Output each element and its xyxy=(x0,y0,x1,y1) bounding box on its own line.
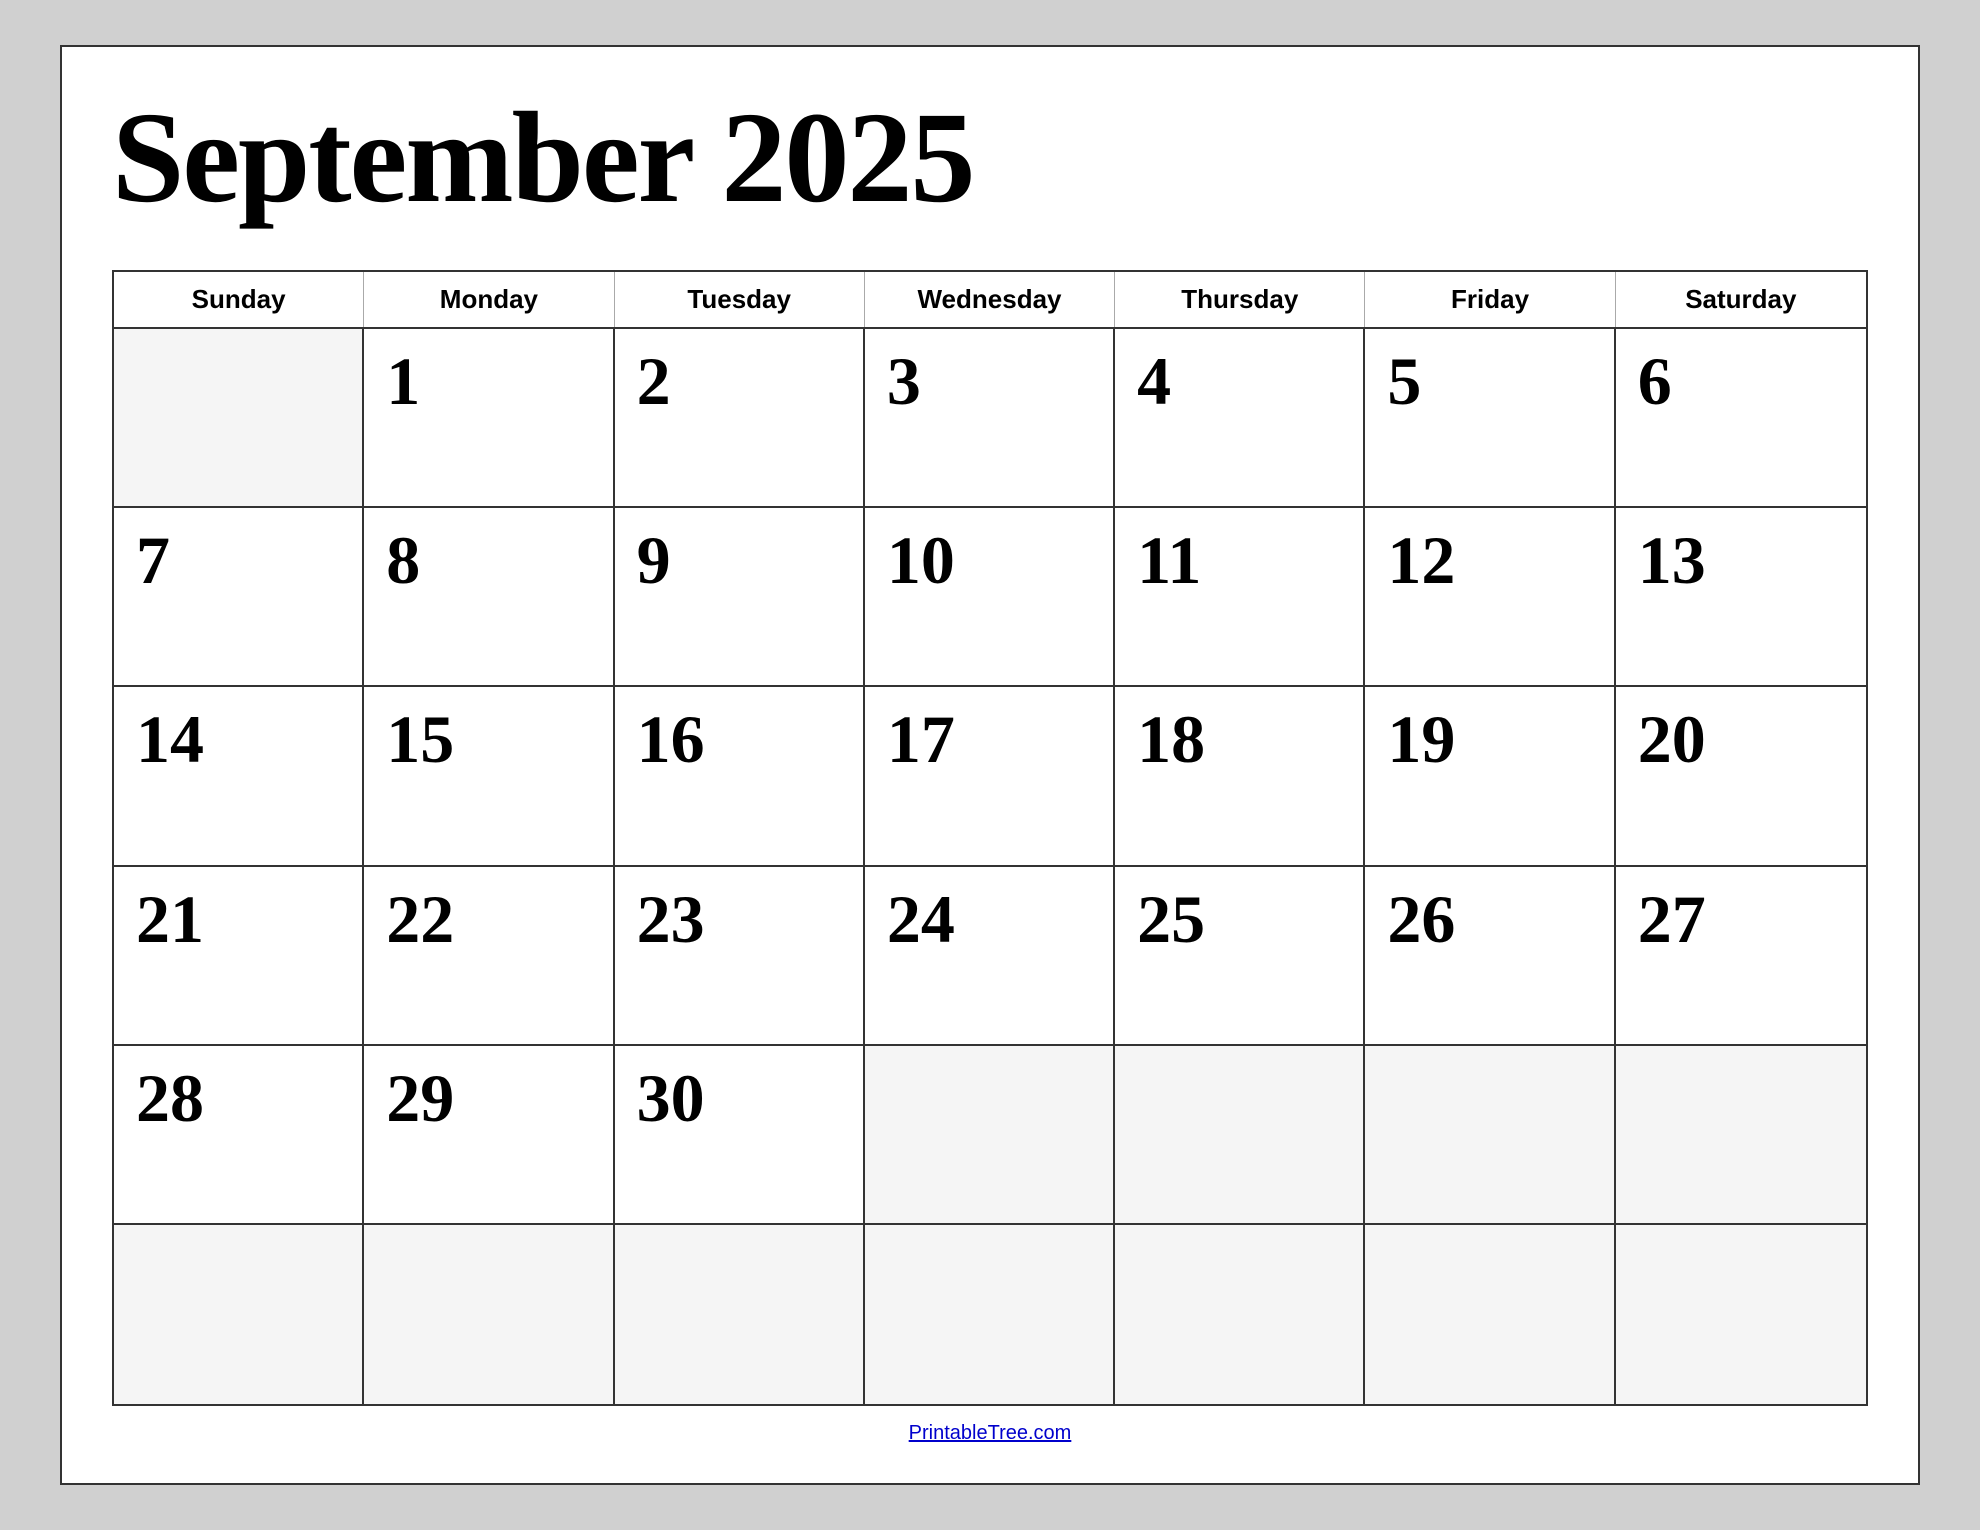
day-number: 6 xyxy=(1638,347,1672,415)
day-number: 30 xyxy=(637,1064,705,1132)
day-number: 24 xyxy=(887,885,955,953)
day-cell: 2 xyxy=(615,329,865,506)
day-cell xyxy=(364,1225,614,1404)
week-row xyxy=(114,1225,1866,1404)
day-number: 25 xyxy=(1137,885,1205,953)
day-number: 4 xyxy=(1137,347,1171,415)
day-number: 14 xyxy=(136,705,204,773)
day-number: 7 xyxy=(136,526,170,594)
day-cell xyxy=(865,1046,1115,1223)
day-cell xyxy=(615,1225,865,1404)
day-number: 1 xyxy=(386,347,420,415)
day-cell: 20 xyxy=(1616,687,1866,864)
day-number: 17 xyxy=(887,705,955,773)
day-cell: 23 xyxy=(615,867,865,1044)
day-cell: 24 xyxy=(865,867,1115,1044)
day-number: 8 xyxy=(386,526,420,594)
day-headers-row: SundayMondayTuesdayWednesdayThursdayFrid… xyxy=(114,272,1866,329)
day-cell: 17 xyxy=(865,687,1115,864)
day-cell: 27 xyxy=(1616,867,1866,1044)
day-cell: 3 xyxy=(865,329,1115,506)
day-cell: 28 xyxy=(114,1046,364,1223)
week-row: 28 29 30 xyxy=(114,1046,1866,1225)
footer-link[interactable]: PrintableTree.com xyxy=(909,1422,1072,1444)
day-cell: 14 xyxy=(114,687,364,864)
day-cell: 21 xyxy=(114,867,364,1044)
day-cell: 12 xyxy=(1365,508,1615,685)
day-header: Sunday xyxy=(114,272,364,327)
day-cell: 9 xyxy=(615,508,865,685)
day-cell xyxy=(1365,1225,1615,1404)
day-cell: 8 xyxy=(364,508,614,685)
day-cell: 19 xyxy=(1365,687,1615,864)
day-header: Tuesday xyxy=(615,272,865,327)
day-cell xyxy=(1616,1225,1866,1404)
day-number: 3 xyxy=(887,347,921,415)
day-cell: 30 xyxy=(615,1046,865,1223)
day-header: Friday xyxy=(1365,272,1615,327)
day-number: 21 xyxy=(136,885,204,953)
week-row: 21 22 23 24 25 26 27 xyxy=(114,867,1866,1046)
week-row: 7 8 9 10 11 12 13 xyxy=(114,508,1866,687)
day-number: 13 xyxy=(1638,526,1706,594)
calendar-page: September 2025 SundayMondayTuesdayWednes… xyxy=(60,45,1920,1485)
day-cell: 26 xyxy=(1365,867,1615,1044)
day-cell: 10 xyxy=(865,508,1115,685)
day-cell: 5 xyxy=(1365,329,1615,506)
day-cell xyxy=(1115,1225,1365,1404)
day-number: 9 xyxy=(637,526,671,594)
day-number: 19 xyxy=(1387,705,1455,773)
day-header: Thursday xyxy=(1115,272,1365,327)
day-cell: 18 xyxy=(1115,687,1365,864)
day-cell xyxy=(865,1225,1115,1404)
day-cell xyxy=(1115,1046,1365,1223)
day-number: 27 xyxy=(1638,885,1706,953)
footer: PrintableTree.com xyxy=(112,1406,1868,1453)
day-cell: 25 xyxy=(1115,867,1365,1044)
day-number: 12 xyxy=(1387,526,1455,594)
calendar-weeks: 1234567891011121314151617181920212223242… xyxy=(114,329,1866,1404)
day-number: 10 xyxy=(887,526,955,594)
day-cell: 4 xyxy=(1115,329,1365,506)
day-number: 29 xyxy=(386,1064,454,1132)
day-cell: 22 xyxy=(364,867,614,1044)
day-number: 11 xyxy=(1137,526,1201,594)
day-cell xyxy=(114,329,364,506)
day-number: 2 xyxy=(637,347,671,415)
day-number: 15 xyxy=(386,705,454,773)
day-header: Monday xyxy=(364,272,614,327)
day-number: 22 xyxy=(386,885,454,953)
day-cell: 11 xyxy=(1115,508,1365,685)
day-cell: 1 xyxy=(364,329,614,506)
calendar-title: September 2025 xyxy=(112,87,1868,230)
day-cell: 13 xyxy=(1616,508,1866,685)
day-cell: 16 xyxy=(615,687,865,864)
day-number: 16 xyxy=(637,705,705,773)
day-number: 26 xyxy=(1387,885,1455,953)
day-cell xyxy=(1365,1046,1615,1223)
calendar-grid: SundayMondayTuesdayWednesdayThursdayFrid… xyxy=(112,270,1868,1406)
day-header: Wednesday xyxy=(865,272,1115,327)
day-cell xyxy=(1616,1046,1866,1223)
week-row: 14 15 16 17 18 19 20 xyxy=(114,687,1866,866)
day-number: 5 xyxy=(1387,347,1421,415)
week-row: 1 2 3 4 5 6 xyxy=(114,329,1866,508)
day-cell xyxy=(114,1225,364,1404)
day-cell: 15 xyxy=(364,687,614,864)
day-cell: 29 xyxy=(364,1046,614,1223)
day-header: Saturday xyxy=(1616,272,1866,327)
day-number: 20 xyxy=(1638,705,1706,773)
day-number: 23 xyxy=(637,885,705,953)
day-number: 18 xyxy=(1137,705,1205,773)
day-cell: 6 xyxy=(1616,329,1866,506)
day-cell: 7 xyxy=(114,508,364,685)
day-number: 28 xyxy=(136,1064,204,1132)
